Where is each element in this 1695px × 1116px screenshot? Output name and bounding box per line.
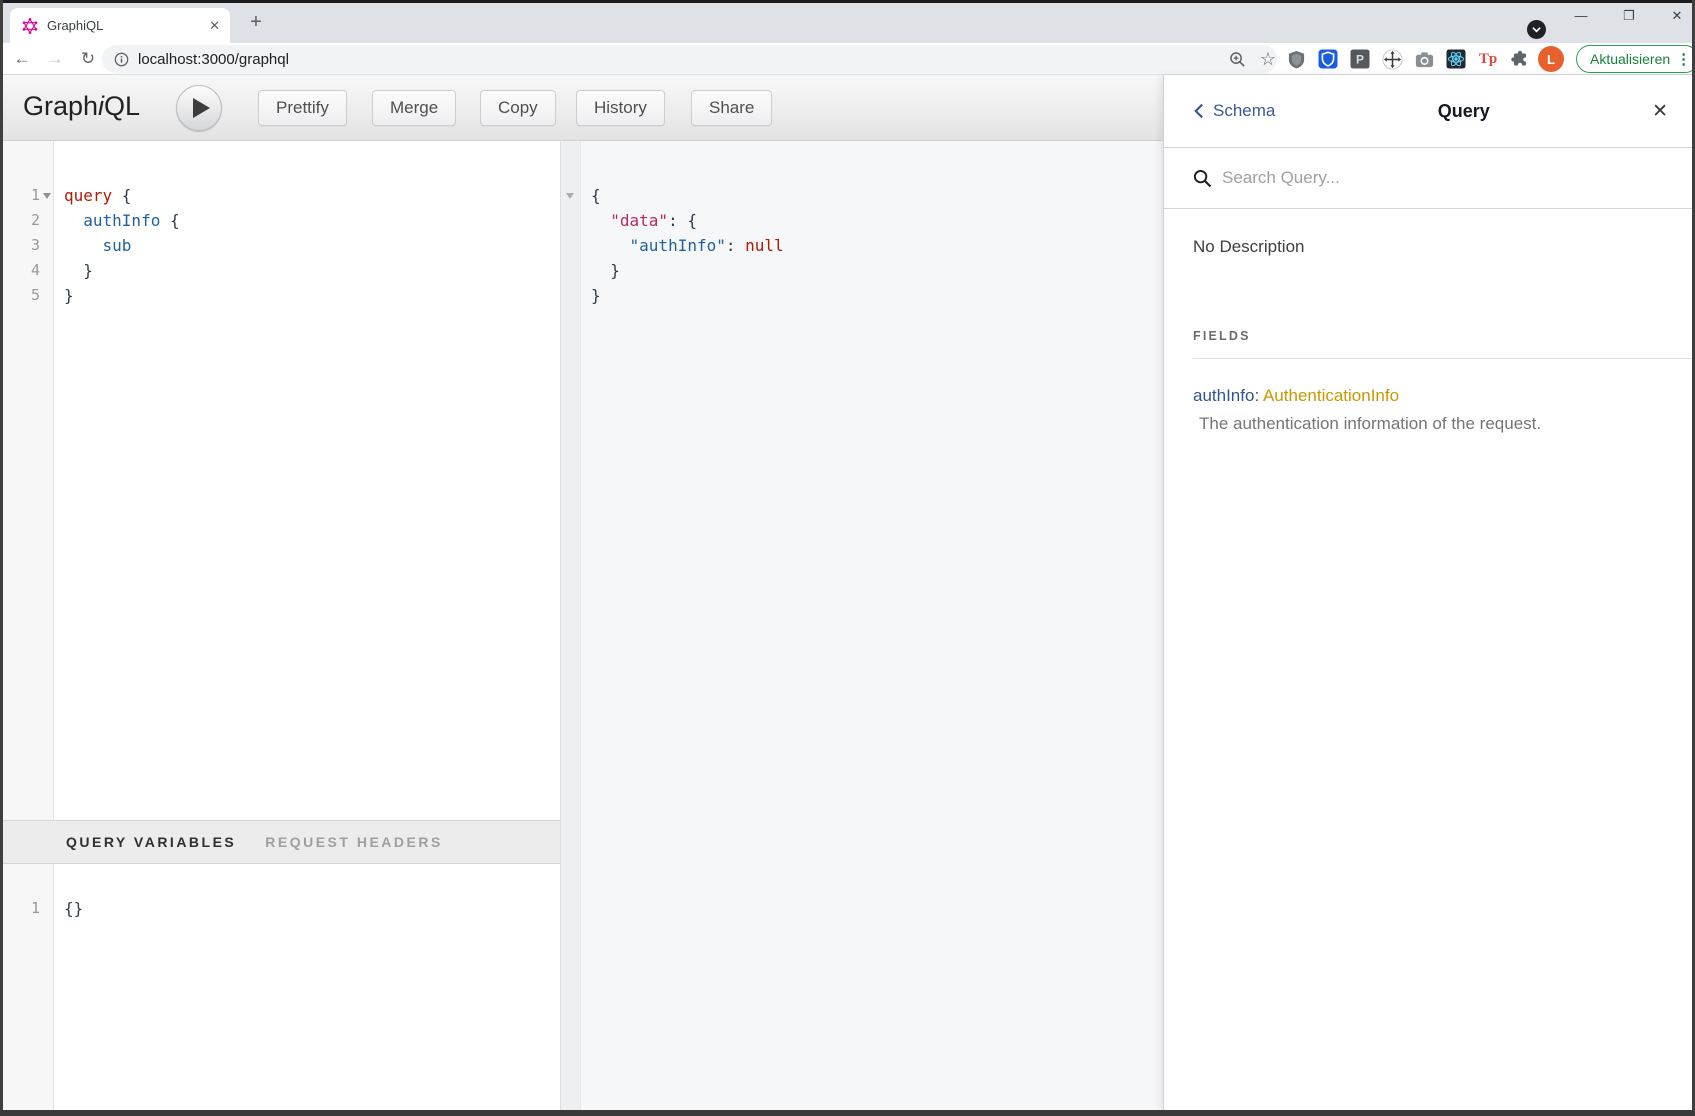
window-frame-top	[0, 0, 1695, 3]
code-line[interactable]: 5}	[0, 283, 560, 308]
bookmark-star-icon[interactable]: ☆	[1256, 45, 1280, 73]
screenshot-extension-icon[interactable]	[1412, 47, 1436, 71]
line-number: 1	[0, 896, 40, 921]
fields-divider	[1193, 358, 1695, 359]
line-number: 2	[0, 208, 40, 233]
code-line[interactable]: "authInfo": null	[561, 233, 1163, 258]
graphiql-toolbar: GraphiQL Prettify Merge Copy History Share	[0, 75, 1163, 141]
query-editor[interactable]: 1query {2 authInfo {3 sub4 }5}	[0, 141, 560, 820]
doc-close-button[interactable]: ✕	[1652, 100, 1668, 123]
window-frame-left	[0, 0, 3, 1116]
chevron-left-icon	[1193, 102, 1204, 120]
tab-title: GraphiQL	[47, 18, 209, 33]
line-number: 5	[0, 283, 40, 308]
ublock-extension-icon[interactable]	[1284, 47, 1308, 71]
new-tab-button[interactable]: +	[243, 10, 269, 36]
doc-search-box[interactable]: Search Query...	[1164, 148, 1695, 209]
line-number: 3	[0, 233, 40, 258]
code-line[interactable]: 2 authInfo {	[0, 208, 560, 233]
address-bar[interactable]: localhost:3000/graphql	[102, 45, 1277, 73]
execute-query-button[interactable]	[176, 85, 222, 131]
tab-strip: GraphiQL ✕ + — ❐ ✕	[0, 0, 1695, 43]
window-minimize-button[interactable]: —	[1571, 6, 1591, 26]
field-colon: :	[1254, 386, 1263, 405]
doc-title: Query	[1275, 101, 1652, 122]
page-info-icon[interactable]	[114, 52, 129, 67]
update-button[interactable]: Aktualisieren ⋮	[1576, 45, 1695, 73]
chevron-down-icon	[1532, 25, 1541, 34]
browser-menu-icon[interactable]: ⋮	[1676, 50, 1691, 68]
doc-field-row: authInfo: AuthenticationInfo	[1193, 386, 1666, 406]
update-button-label: Aktualisieren	[1590, 51, 1670, 67]
doc-explorer-panel: Schema Query ✕ Search Query... No Descri…	[1163, 75, 1695, 1110]
tab-query-variables[interactable]: QUERY VARIABLES	[66, 834, 236, 850]
doc-back-label: Schema	[1213, 101, 1275, 121]
code-line[interactable]: 3 sub	[0, 233, 560, 258]
forward-button: →	[41, 43, 69, 75]
line-number: 1	[0, 183, 40, 208]
svg-text:P: P	[1356, 53, 1364, 67]
zoom-level-icon[interactable]	[1225, 45, 1249, 73]
bitwarden-extension-icon[interactable]	[1316, 47, 1340, 71]
extensions-puzzle-icon[interactable]	[1508, 47, 1532, 71]
line-number: 4	[0, 258, 40, 283]
doc-explorer-header: Schema Query ✕	[1164, 75, 1695, 148]
reload-button[interactable]: ↻	[74, 43, 102, 75]
code-line[interactable]: "data": {	[561, 208, 1163, 233]
code-line[interactable]: 1{}	[0, 896, 560, 921]
variables-editor[interactable]: 1{}	[0, 864, 560, 1110]
prettify-button[interactable]: Prettify	[258, 90, 347, 126]
tab-close-icon[interactable]: ✕	[209, 18, 220, 34]
code-line[interactable]: 1query {	[0, 183, 560, 208]
code-line[interactable]: {	[561, 183, 1163, 208]
play-icon	[193, 98, 210, 118]
back-button[interactable]: ←	[8, 43, 36, 75]
result-viewer[interactable]: { "data": { "authInfo": null }}	[560, 141, 1163, 1110]
window-close-button[interactable]: ✕	[1667, 6, 1687, 26]
graphql-favicon-icon	[22, 18, 38, 34]
doc-back-link[interactable]: Schema	[1193, 101, 1275, 121]
share-button[interactable]: Share	[691, 90, 772, 126]
tab-search-button[interactable]	[1527, 20, 1546, 39]
code-line[interactable]: }	[561, 258, 1163, 283]
profile-avatar[interactable]: L	[1538, 46, 1564, 72]
secondary-editor-tabs: QUERY VARIABLES REQUEST HEADERS	[0, 820, 560, 864]
browser-window: GraphiQL ✕ + — ❐ ✕ ← → ↻ localhost:3000/…	[0, 0, 1695, 1116]
code-line[interactable]: 4 }	[0, 258, 560, 283]
fields-heading: FIELDS	[1193, 329, 1666, 343]
field-description: The authentication information of the re…	[1193, 414, 1666, 434]
field-name-link[interactable]: authInfo	[1193, 386, 1254, 405]
move-tool-extension-icon[interactable]	[1380, 47, 1404, 71]
type-name-link[interactable]: AuthenticationInfo	[1263, 386, 1399, 405]
doc-body: No Description FIELDS authInfo: Authenti…	[1164, 209, 1695, 434]
url-text[interactable]: localhost:3000/graphql	[138, 51, 289, 68]
react-devtools-extension-icon[interactable]	[1444, 47, 1468, 71]
copy-button[interactable]: Copy	[480, 90, 556, 126]
window-frame-bottom	[0, 1110, 1695, 1116]
browser-tab[interactable]: GraphiQL ✕	[10, 8, 230, 43]
history-button[interactable]: History	[576, 90, 665, 126]
graphiql-logo: GraphiQL	[23, 91, 140, 122]
fold-arrow-icon[interactable]	[43, 193, 51, 199]
p-extension-icon[interactable]: P	[1348, 47, 1372, 71]
doc-search-placeholder: Search Query...	[1222, 168, 1340, 188]
code-line[interactable]: }	[561, 283, 1163, 308]
type-description: No Description	[1193, 237, 1666, 257]
tp-extension-icon[interactable]: Tp	[1476, 47, 1500, 71]
merge-button[interactable]: Merge	[372, 90, 456, 126]
tab-request-headers[interactable]: REQUEST HEADERS	[265, 834, 443, 850]
search-icon	[1193, 169, 1212, 188]
window-maximize-button[interactable]: ❐	[1619, 6, 1639, 26]
